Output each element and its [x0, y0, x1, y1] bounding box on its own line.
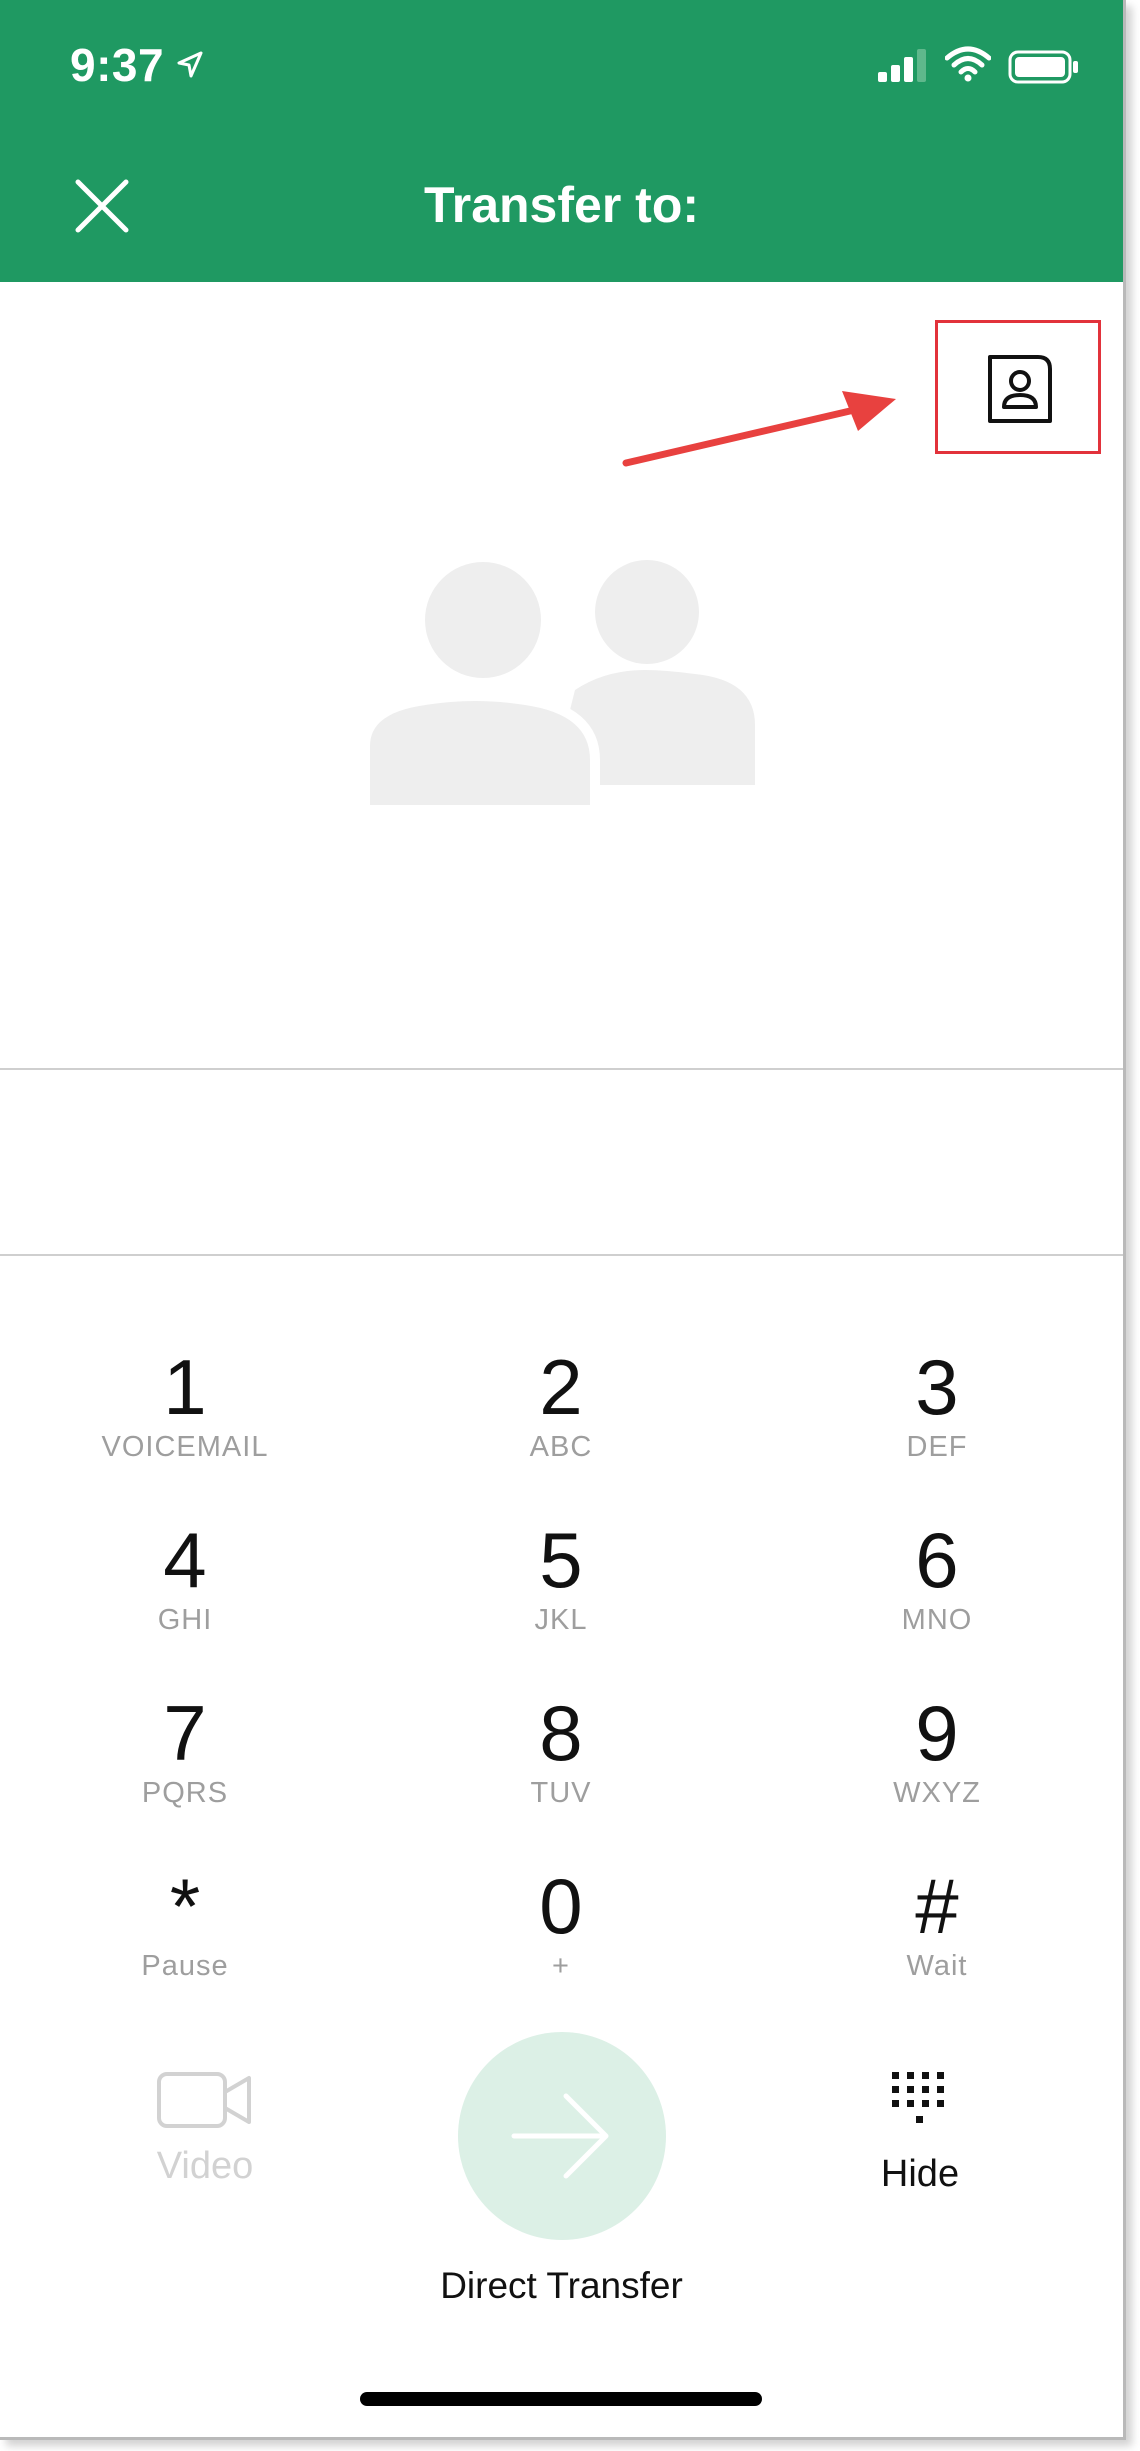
- key-letters: +: [552, 1950, 570, 1982]
- key-letters: Wait: [906, 1950, 968, 1982]
- dialpad-key-5[interactable]: 5 JKL: [411, 1518, 711, 1668]
- dialpad-key-7[interactable]: 7 PQRS: [35, 1691, 335, 1841]
- key-letters: DEF: [906, 1431, 968, 1463]
- dialpad-key-3[interactable]: 3 DEF: [787, 1345, 1087, 1495]
- key-letters: PQRS: [141, 1777, 229, 1809]
- key-digit: 8: [539, 1689, 583, 1777]
- key-digit: 7: [163, 1689, 207, 1777]
- video-camera-icon: [157, 2072, 251, 2128]
- key-digit: 3: [915, 1343, 959, 1431]
- dialpad-key-8[interactable]: 8 TUV: [411, 1691, 711, 1841]
- arrow-right-icon: [511, 2093, 609, 2179]
- page-title: Transfer to:: [423, 177, 700, 233]
- direct-transfer-button[interactable]: [458, 2032, 666, 2240]
- key-digit: 0: [539, 1862, 583, 1950]
- key-letters: ABC: [529, 1431, 593, 1463]
- cellular-signal-icon: [878, 49, 926, 82]
- wifi-icon: [945, 46, 991, 82]
- key-letters: MNO: [901, 1604, 973, 1636]
- key-letters: JKL: [534, 1604, 588, 1636]
- key-digit: 5: [539, 1516, 583, 1604]
- annotation-arrow-icon: [622, 391, 896, 467]
- hide-keypad-button[interactable]: Hide: [860, 2070, 980, 2210]
- battery-icon: [1008, 50, 1078, 84]
- dialpad-key-0[interactable]: 0 +: [411, 1864, 711, 2014]
- key-letters: WXYZ: [893, 1777, 981, 1809]
- home-indicator[interactable]: [360, 2392, 762, 2406]
- direct-transfer-label: Direct Transfer: [440, 2265, 683, 2306]
- key-letters: Pause: [141, 1950, 229, 1982]
- dialpad-key-star[interactable]: * Pause: [35, 1864, 335, 2014]
- key-digit: 6: [915, 1516, 959, 1604]
- dialpad-key-hash[interactable]: # Wait: [787, 1864, 1087, 2014]
- hide-label: Hide: [880, 2153, 960, 2195]
- dialpad-key-6[interactable]: 6 MNO: [787, 1518, 1087, 1668]
- dialpad-key-2[interactable]: 2 ABC: [411, 1345, 711, 1495]
- key-letters: VOICEMAIL: [101, 1431, 269, 1463]
- divider-bottom: [0, 1254, 1123, 1256]
- phone-screen: 9:37 Transfer to: 1 VOICEMAIL 2 ABC 3 DE…: [0, 0, 1126, 2440]
- key-digit: *: [169, 1862, 201, 1950]
- key-digit: #: [915, 1862, 959, 1950]
- number-field[interactable]: [0, 1070, 1123, 1254]
- dialpad-key-9[interactable]: 9 WXYZ: [787, 1691, 1087, 1841]
- contacts-button[interactable]: [935, 320, 1101, 454]
- key-letters: GHI: [157, 1604, 213, 1636]
- key-digit: 4: [163, 1516, 207, 1604]
- header-bar: 9:37 Transfer to:: [0, 0, 1123, 282]
- video-label: Video: [156, 2145, 254, 2187]
- location-arrow-icon: [177, 51, 203, 78]
- key-letters: TUV: [530, 1777, 592, 1809]
- keypad-grid-icon: [892, 2072, 944, 2123]
- users-group-icon: [365, 560, 755, 810]
- dialpad-key-1[interactable]: 1 VOICEMAIL: [35, 1345, 335, 1495]
- contacts-book-icon: [988, 355, 1052, 423]
- key-digit: 1: [163, 1343, 207, 1431]
- dialpad-key-4[interactable]: 4 GHI: [35, 1518, 335, 1668]
- video-button[interactable]: Video: [130, 2070, 280, 2210]
- key-digit: 9: [915, 1689, 959, 1777]
- key-digit: 2: [539, 1343, 583, 1431]
- status-time: 9:37: [70, 39, 165, 91]
